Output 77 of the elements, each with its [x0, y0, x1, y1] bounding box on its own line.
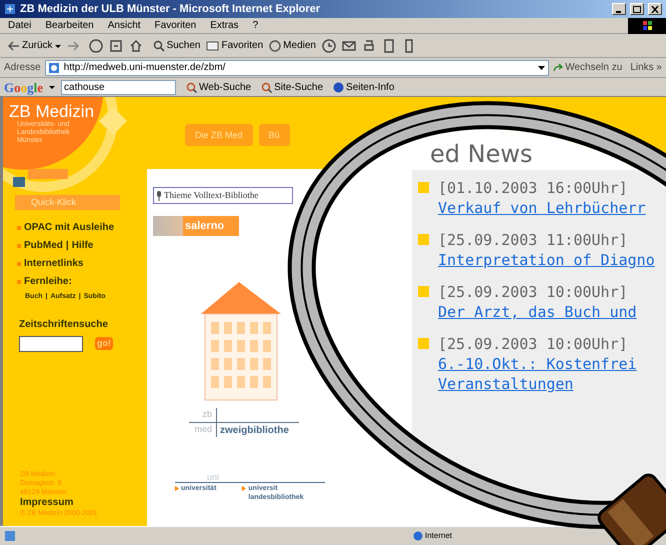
logo-title: ZB Medizin: [9, 103, 96, 121]
home-icon[interactable]: [128, 38, 143, 52]
dropdown-arrow-icon[interactable]: [537, 63, 546, 72]
bullet-square-icon: [17, 244, 21, 248]
news-link[interactable]: Veranstaltungen: [438, 374, 574, 394]
separator-text: |: [66, 239, 69, 253]
menu-item[interactable]: Datei: [8, 18, 32, 33]
journal-search-field[interactable]: [19, 336, 83, 352]
sidebar-link[interactable]: Hilfe: [72, 238, 94, 253]
mail-icon[interactable]: [342, 38, 356, 52]
news-date: [01.10.2003 16:00Uhr]: [438, 178, 629, 198]
menu-item[interactable]: Bearbeiten: [45, 18, 94, 33]
sidebar-link[interactable]: Fernleihe:: [24, 274, 72, 289]
search-icon: [152, 40, 165, 52]
back-button[interactable]: Zurück: [8, 38, 61, 53]
news-date: [25.09.2003 10:00Uhr]: [438, 334, 629, 354]
history-icon[interactable]: [322, 38, 336, 52]
maximize-button[interactable]: [630, 3, 644, 15]
news-link[interactable]: Verkauf von Lehrbücherr: [438, 198, 646, 218]
thieme-banner[interactable]: Thieme Volltext-Bibliothe: [153, 187, 293, 204]
sidebar-link[interactable]: Internetlinks: [24, 256, 84, 271]
favorites-button[interactable]: Favoriten: [206, 38, 264, 53]
google-toolbar-button[interactable]: Site-Suche: [261, 80, 324, 94]
go-arrow-icon: [553, 62, 564, 72]
bullet-square-icon: [418, 234, 429, 245]
journal-search-title: Zeitschriftensuche: [18, 318, 109, 332]
google-toolbar-button[interactable]: Seiten-Info: [333, 80, 394, 94]
minimize-button[interactable]: [612, 3, 626, 15]
bullet-square-icon: [17, 262, 21, 266]
bullet-square-icon: [418, 286, 429, 297]
quick-klick-bar: Quick-Klick: [15, 195, 120, 210]
close-button[interactable]: [648, 3, 662, 15]
folder-icon: [206, 40, 220, 51]
menu-item[interactable]: Ansicht: [108, 18, 141, 33]
window-title: ZB Medizin der ULB Münster - Microsoft Internet Explorer: [20, 2, 322, 17]
google-logo: Google: [4, 80, 44, 94]
logo-text: zweigbibliothe: [219, 424, 289, 438]
windows-logo-icon: [628, 18, 666, 34]
menu-item[interactable]: Favoriten: [154, 18, 196, 33]
logo-text: med: [189, 423, 217, 437]
menu-item[interactable]: ?: [252, 18, 258, 33]
address-label: Adresse: [4, 61, 41, 75]
close-icon: [651, 6, 659, 12]
bullet-square-icon: [17, 226, 21, 230]
google-toolbar-button[interactable]: Web-Suche: [186, 80, 252, 94]
news-date: [25.09.2003 10:00Uhr]: [438, 282, 629, 302]
triangle-icon: [242, 486, 246, 490]
sidebar-link[interactable]: PubMed: [24, 238, 63, 253]
address-field[interactable]: http://medweb.uni-muenster.de/zbm/: [44, 60, 550, 76]
zone-text: Internet: [424, 530, 452, 542]
bullet-square-icon: [418, 182, 429, 193]
news-link[interactable]: 6.-10.Okt.: Kostenfrei: [438, 354, 637, 374]
news-date: [25.09.2003 11:00Uhr]: [438, 230, 629, 250]
news-link[interactable]: Der Arzt, das Buch und: [438, 302, 637, 322]
google-search-field[interactable]: cathouse: [61, 80, 176, 94]
news-link[interactable]: Interpretation of Diagno: [438, 250, 655, 270]
triangle-icon: [175, 486, 179, 490]
bullet-square-icon: [418, 338, 429, 349]
logo-text: uni: [207, 472, 220, 482]
search-button[interactable]: Suchen: [152, 38, 200, 53]
links-button[interactable]: Links »: [630, 60, 662, 75]
dropdown-arrow-icon[interactable]: [49, 84, 56, 90]
back-arrow-icon: [8, 40, 20, 50]
imprint-link[interactable]: Impressum: [20, 497, 147, 509]
menu-item[interactable]: Extras: [210, 18, 239, 33]
maximize-icon: [633, 6, 641, 12]
microphone-icon: [156, 190, 162, 200]
browser-icon: [4, 3, 16, 15]
search-icon: [261, 82, 272, 92]
search-icon: [186, 82, 198, 92]
media-button[interactable]: Medien: [269, 38, 316, 53]
sidebar-link[interactable]: OPAC mit Ausleihe: [24, 220, 114, 235]
go-button[interactable]: Wechseln zu: [553, 60, 622, 75]
news-title: ed News: [430, 140, 534, 168]
dropdown-arrow-icon: [54, 42, 61, 48]
bullet-square-icon: [17, 280, 21, 284]
logo-text: zb: [189, 408, 217, 422]
